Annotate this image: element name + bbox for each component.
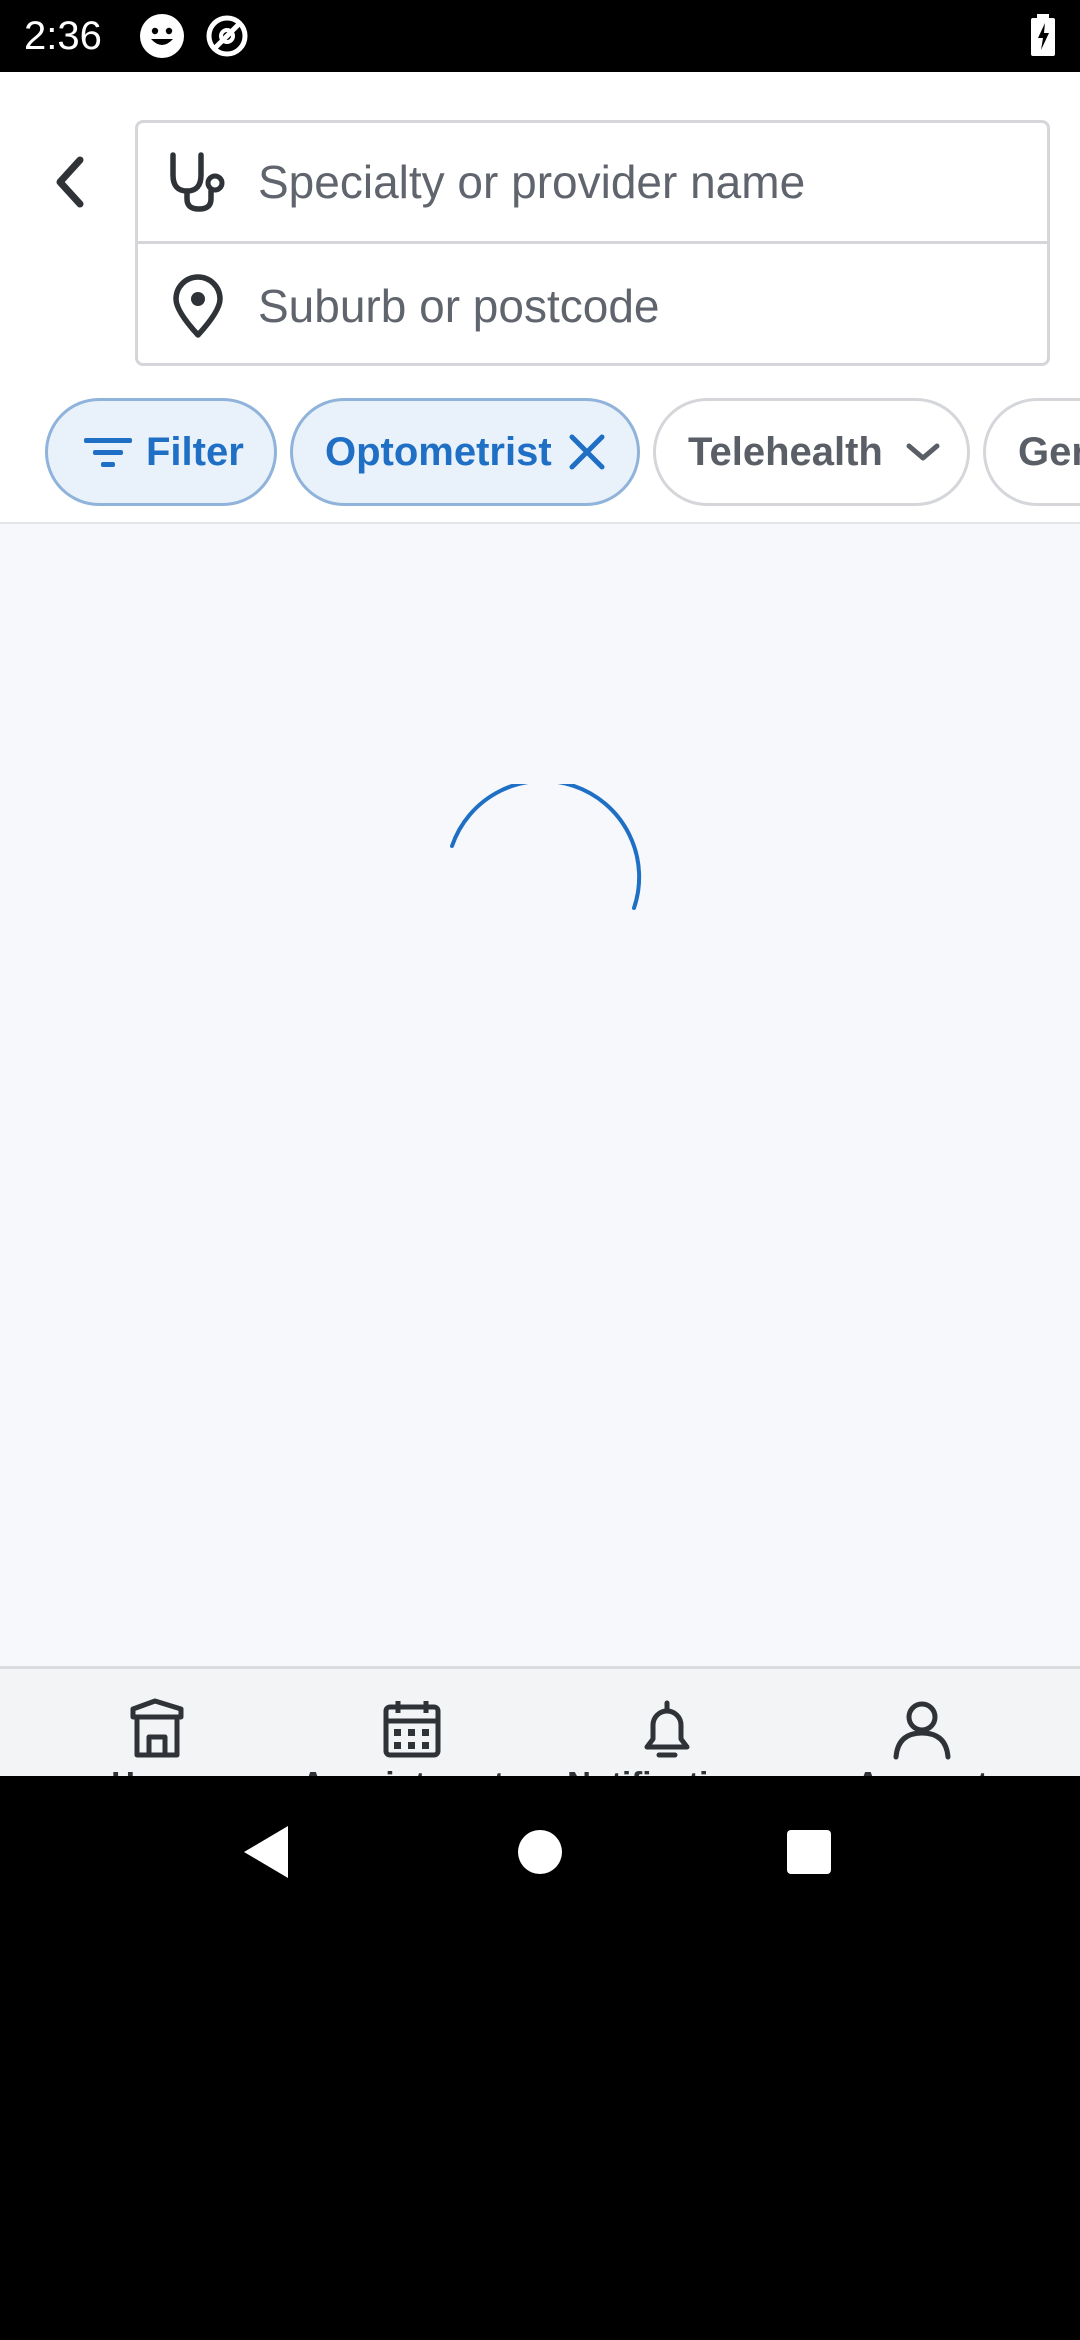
telehealth-chip-label: Telehealth [688, 429, 883, 474]
bell-icon [644, 1700, 690, 1758]
system-back-icon[interactable] [236, 1820, 300, 1884]
loading-spinner [450, 784, 642, 910]
location-search-input[interactable] [258, 278, 1018, 333]
battery-charging-icon [1031, 14, 1055, 56]
stethoscope-icon [170, 152, 225, 212]
app-screen: Filter Optometrist Telehealth Ger [0, 72, 1080, 1802]
partial-chip-label: Ger [1018, 429, 1080, 474]
specialty-search-input[interactable] [258, 155, 1018, 209]
system-recents-icon[interactable] [777, 1820, 841, 1884]
system-navigation-bar [0, 1776, 1080, 2340]
results-area [0, 522, 1080, 1666]
close-icon[interactable] [566, 431, 608, 473]
status-time: 2:36 [24, 14, 102, 58]
filter-chip[interactable]: Filter [45, 398, 277, 506]
location-row [138, 245, 1047, 366]
calendar-icon [383, 1701, 441, 1758]
status-bar: 2:36 [0, 0, 1080, 72]
filter-chip-label: Filter [146, 429, 244, 474]
optometrist-chip-label: Optometrist [325, 429, 552, 474]
filter-chips-row: Filter Optometrist Telehealth Ger [0, 398, 1080, 508]
home-icon [130, 1698, 184, 1758]
person-icon [893, 1701, 951, 1760]
data-saver-icon [206, 15, 248, 57]
smiley-notification-icon [140, 14, 184, 58]
system-home-icon[interactable] [508, 1820, 572, 1884]
filter-icon [84, 438, 132, 467]
location-pin-icon [173, 273, 223, 338]
bottom-navigation: Home Appointments Notifications [0, 1666, 1080, 1802]
specialty-row [138, 123, 1047, 244]
optometrist-chip[interactable]: Optometrist [290, 398, 640, 506]
back-button[interactable] [38, 142, 102, 222]
chevron-left-icon [56, 156, 84, 208]
chevron-down-icon [906, 443, 940, 461]
search-card [135, 120, 1050, 366]
partial-chip[interactable]: Ger [983, 398, 1080, 506]
telehealth-chip[interactable]: Telehealth [653, 398, 970, 506]
